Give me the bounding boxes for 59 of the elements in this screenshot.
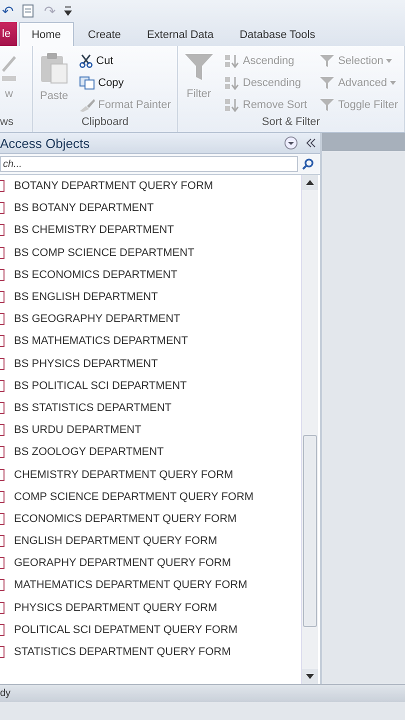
- ribbon-button[interactable]: Cut: [77, 50, 173, 72]
- nav-item[interactable]: BS PHYSICS DEPARTMENT: [14, 358, 158, 370]
- nav-item[interactable]: CHEMISTRY DEPARTMENT QUERY FORM: [14, 468, 234, 481]
- clipboard-icon: [39, 52, 70, 84]
- nav-item[interactable]: BS MATHEMATICS DEPARTMENT: [14, 335, 188, 348]
- funnel-icon: [319, 76, 336, 90]
- sort-icon: [224, 98, 240, 112]
- funnel-icon: [319, 54, 336, 68]
- search-icon[interactable]: [302, 158, 314, 170]
- funnel-icon: [319, 98, 336, 112]
- status-text: dy: [0, 688, 11, 699]
- group-label: ws: [0, 116, 14, 130]
- nav-item[interactable]: BS COMP SCIENCE DEPARTMENT: [14, 246, 194, 259]
- dropdown-icon[interactable]: [284, 136, 298, 150]
- scroll-down-button[interactable]: [302, 669, 318, 684]
- up-arrow-icon: [306, 180, 314, 185]
- nav-item[interactable]: BS ENGLISH DEPARTMENT: [14, 291, 158, 304]
- nav-item[interactable]: BS URDU DEPARTMENT: [14, 424, 142, 436]
- nav-item[interactable]: ECONOMICS DEPARTMENT QUERY FORM: [14, 512, 237, 525]
- nav-item[interactable]: BS STATISTICS DEPARTMENT: [14, 402, 172, 414]
- file-tab[interactable]: le: [0, 22, 17, 46]
- undo-button[interactable]: ↶: [0, 3, 16, 19]
- nav-item[interactable]: BS CHEMISTRY DEPARTMENT: [14, 224, 174, 236]
- nav-item[interactable]: BS POLITICAL SCI DEPARTMENT: [14, 380, 187, 392]
- customize-icon: [64, 5, 72, 17]
- nav-item[interactable]: ENGLISH DEPARTMENT QUERY FORM: [14, 535, 218, 548]
- nav-item[interactable]: GEORAPHY DEPARTMENT QUERY FORM: [14, 557, 231, 570]
- group-label: Sort & Filter: [260, 116, 321, 130]
- brush-icon: [79, 98, 96, 112]
- sort-icon: [224, 54, 240, 68]
- search-field[interactable]: ch...: [0, 156, 298, 172]
- ribbon-button[interactable]: Copy: [77, 72, 173, 94]
- group-label: Clipboard: [80, 116, 130, 130]
- ribbon-tab[interactable]: Create: [76, 24, 133, 46]
- ribbon-tab[interactable]: External Data: [134, 24, 226, 46]
- nav-item[interactable]: POLITICAL SCI DEPATMENT QUERY FORM: [14, 624, 238, 636]
- dropdown-icon: [386, 59, 392, 63]
- scissors-icon: [79, 54, 94, 68]
- nav-item[interactable]: BS ZOOLOGY DEPARTMENT: [14, 446, 164, 458]
- scroll-up-button[interactable]: [302, 175, 318, 190]
- nav-item[interactable]: BOTANY DEPARTMENT QUERY FORM: [14, 180, 214, 192]
- down-arrow-icon: [306, 674, 314, 679]
- pane-title: Access Objects: [0, 136, 91, 150]
- nav-item[interactable]: MATHEMATICS DEPARTMENT QUERY FORM: [14, 579, 248, 592]
- nav-item[interactable]: COMP SCIENCE DEPARTMENT QUERY FORM: [14, 490, 254, 503]
- collapse-icon[interactable]: [306, 138, 316, 148]
- document-icon: [22, 4, 36, 18]
- copy-icon: [79, 76, 96, 90]
- nav-item[interactable]: BS BOTANY DEPARTMENT: [14, 202, 154, 214]
- scrollbar-thumb[interactable]: [303, 435, 317, 627]
- nav-item[interactable]: STATISTICS DEPARTMENT QUERY FORM: [14, 646, 231, 658]
- funnel-icon: [184, 52, 214, 82]
- nav-item[interactable]: PHYSICS DEPARTMENT QUERY FORM: [14, 602, 218, 614]
- ribbon-tab[interactable]: Home: [18, 22, 74, 46]
- ribbon-tab[interactable]: Database Tools: [228, 24, 328, 46]
- nav-item[interactable]: BS GEOGRAPHY DEPARTMENT: [14, 313, 180, 326]
- nav-item[interactable]: BS ECONOMICS DEPARTMENT: [14, 268, 178, 281]
- dropdown-icon: [390, 81, 396, 85]
- sort-icon: [224, 76, 240, 90]
